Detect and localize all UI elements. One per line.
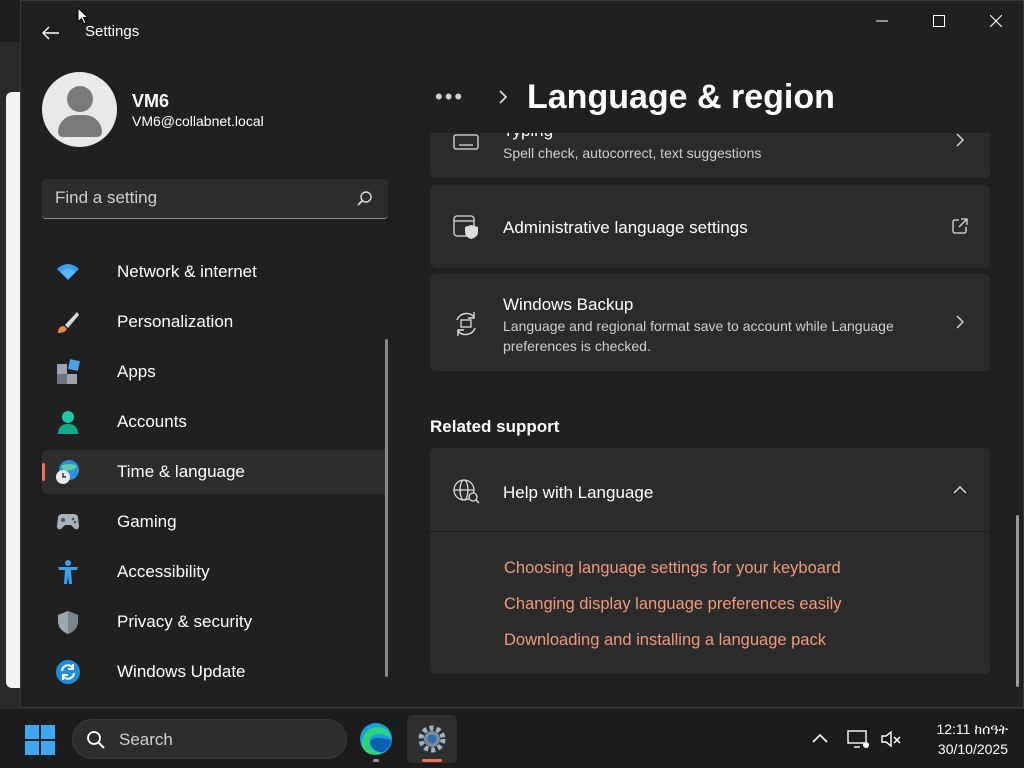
minimize-icon: [875, 20, 888, 22]
globe-clock-icon: [56, 460, 79, 484]
main-content: Typing Spell check, autocorrect, text su…: [430, 133, 992, 707]
typing-subtitle: Spell check, autocorrect, text suggestio…: [503, 145, 762, 161]
search-icon: [357, 191, 372, 206]
taskbar-search-label: Search: [119, 730, 173, 749]
globe-search-icon: [453, 479, 480, 504]
keyboard-icon: [453, 134, 479, 150]
edge-running-indicator: [373, 759, 379, 762]
sidebar-item-label: Privacy & security: [117, 612, 253, 631]
typing-card[interactable]: Typing Spell check, autocorrect, text su…: [430, 133, 990, 178]
avatar[interactable]: [42, 72, 117, 147]
breadcrumb-overflow-button[interactable]: •••: [435, 84, 475, 110]
chevron-right-icon: [956, 315, 964, 329]
windows-backup-subtitle: Language and regional format save to acc…: [503, 318, 894, 354]
page-title: Language & region: [527, 77, 835, 116]
backup-sync-icon: [456, 312, 476, 336]
minimize-button[interactable]: [853, 1, 910, 41]
chevron-up-icon: [953, 486, 967, 494]
taskbar-search[interactable]: Search: [72, 719, 347, 759]
taskbar: Search 12:11 ከሰዓት 30/10/2025: [0, 708, 1024, 768]
admin-language-card[interactable]: Administrative language settings: [430, 185, 990, 268]
title-bar: Settings: [21, 1, 1023, 41]
avatar-body: [58, 115, 102, 137]
person-icon: [58, 411, 78, 434]
sidebar-item-windows-update[interactable]: Windows Update: [42, 650, 388, 694]
help-with-language-card: Help with Language Choosing language set…: [430, 448, 990, 674]
back-button[interactable]: [37, 19, 65, 47]
background-window-body: [6, 92, 20, 688]
arrow-left-icon: [42, 26, 59, 40]
sidebar-item-label: Accessibility: [117, 562, 210, 581]
search-icon: [87, 731, 105, 749]
user-name: VM6: [132, 91, 170, 111]
update-icon: [56, 660, 80, 684]
sidebar-item-label: Windows Update: [117, 662, 246, 681]
chevron-right-icon: [956, 133, 964, 147]
chevron-right-icon: [499, 90, 508, 104]
sidebar-item-accounts[interactable]: Accounts: [42, 400, 388, 444]
settings-window: Settings VM6 VM6@collabnet.local Network…: [20, 0, 1024, 708]
windows-backup-card[interactable]: Windows Backup Language and regional for…: [430, 274, 990, 371]
help-link-display-language[interactable]: Changing display language preferences ea…: [504, 595, 842, 614]
sidebar-item-personalization[interactable]: Personalization: [42, 300, 388, 344]
windows-backup-title: Windows Backup: [503, 295, 634, 314]
sidebar-item-label: Gaming: [117, 512, 177, 531]
volume-muted-icon[interactable]: [879, 727, 903, 751]
open-external-icon: [952, 218, 968, 234]
sidebar-item-label: Personalization: [117, 312, 234, 331]
app-title: Settings: [85, 23, 140, 40]
clock-date: 30/10/2025: [937, 741, 1008, 757]
apps-icon: [57, 359, 80, 384]
maximize-button[interactable]: [910, 1, 967, 41]
sidebar-item-time-language[interactable]: Time & language: [42, 450, 388, 494]
avatar-head: [67, 86, 93, 112]
background-window-titlebar: [0, 0, 22, 42]
sidebar-item-privacy[interactable]: Privacy & security: [42, 600, 388, 644]
help-with-language-header[interactable]: Help with Language: [430, 448, 990, 532]
shield-window-icon: [453, 215, 478, 239]
sidebar-item-label: Time & language: [117, 462, 245, 481]
sidebar-item-gaming[interactable]: Gaming: [42, 500, 388, 544]
maximize-icon: [932, 15, 945, 27]
find-setting-input[interactable]: [42, 179, 342, 217]
help-link-keyboard[interactable]: Choosing language settings for your keyb…: [504, 559, 841, 578]
settings-running-indicator: [422, 759, 442, 762]
content-scrollbar[interactable]: [1016, 515, 1019, 687]
related-support-heading: Related support: [430, 417, 560, 436]
mouse-cursor-icon: [77, 7, 89, 25]
gamepad-icon: [57, 514, 79, 530]
sidebar-item-accessibility[interactable]: Accessibility: [42, 550, 388, 594]
typing-title: Typing: [503, 133, 553, 141]
edge-browser-icon[interactable]: [356, 718, 396, 760]
clock-time: 12:11 ከሰዓት: [936, 721, 1008, 737]
help-link-language-pack[interactable]: Downloading and installing a language pa…: [504, 631, 826, 650]
sidebar-item-label: Accounts: [117, 412, 187, 431]
shield-icon: [58, 611, 78, 634]
close-icon: [989, 15, 1002, 27]
admin-language-title: Administrative language settings: [503, 218, 748, 237]
user-email: VM6@collabnet.local: [132, 113, 264, 129]
sidebar-scrollbar[interactable]: [385, 339, 388, 677]
sidebar-nav: Network & internet Personalization Apps …: [42, 250, 388, 700]
chevron-up-icon[interactable]: [808, 727, 832, 751]
accessibility-icon: [58, 560, 78, 584]
close-button[interactable]: [967, 1, 1023, 41]
help-with-language-title: Help with Language: [503, 483, 654, 502]
wifi-icon: [57, 264, 79, 280]
sidebar-item-label: Network & internet: [117, 262, 257, 281]
gear-icon: [418, 725, 446, 753]
brush-icon: [58, 312, 79, 333]
sidebar-item-apps[interactable]: Apps: [42, 350, 388, 394]
sidebar-item-label: Apps: [117, 362, 156, 381]
breadcrumb: ••• Language & region: [435, 75, 835, 119]
start-button[interactable]: [22, 722, 58, 758]
sidebar-item-network[interactable]: Network & internet: [42, 250, 388, 294]
background-window-edge: [0, 0, 22, 708]
clock[interactable]: 12:11 ከሰዓት 30/10/2025: [918, 719, 1008, 759]
settings-taskbar-button[interactable]: [407, 715, 457, 763]
network-icon[interactable]: [846, 727, 870, 751]
find-setting-box[interactable]: [42, 179, 388, 219]
